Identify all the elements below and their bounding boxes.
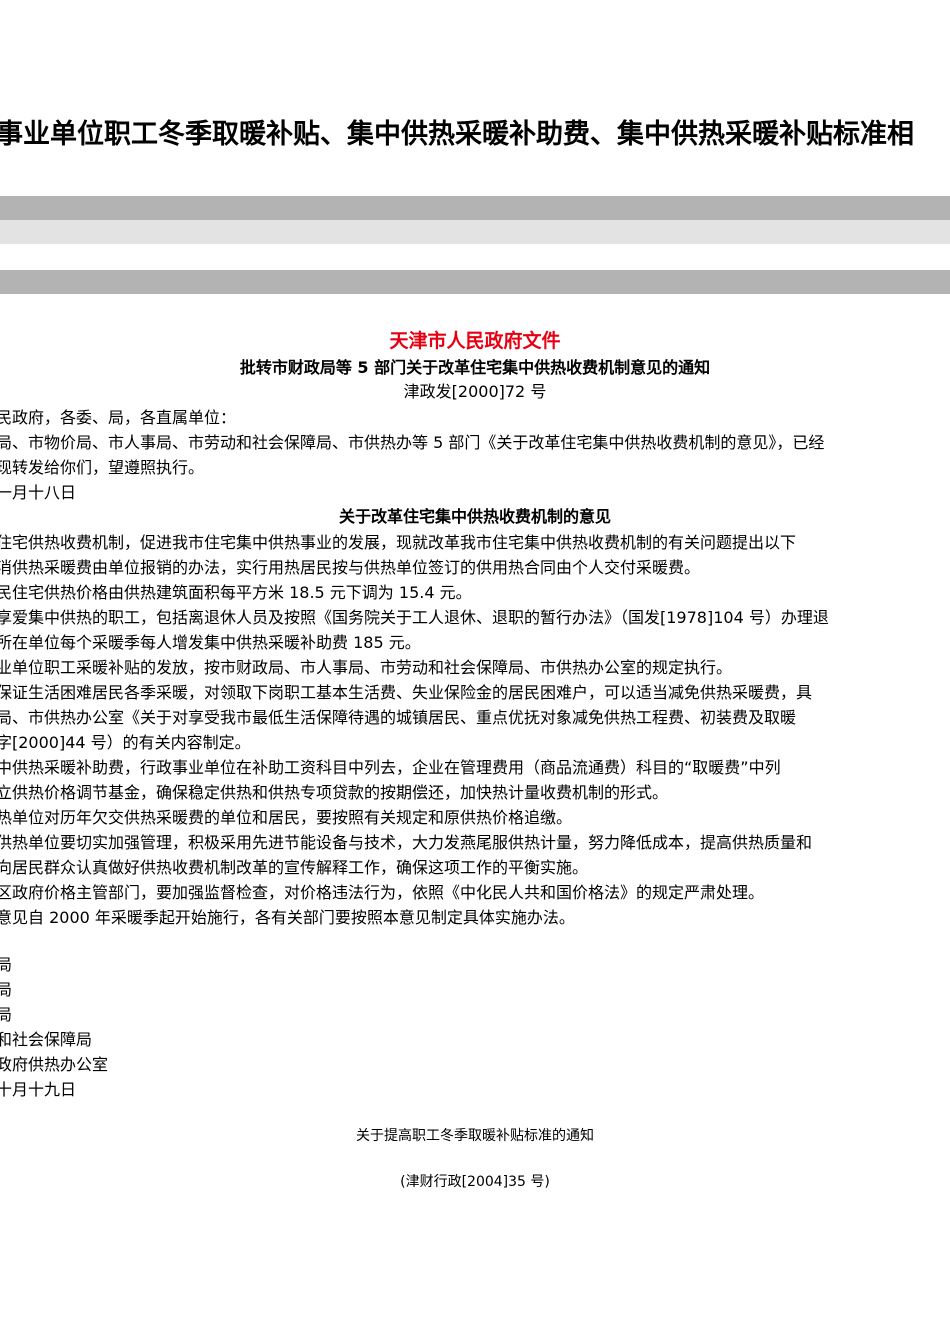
divider-band-2 xyxy=(0,220,950,244)
divider-band-3 xyxy=(0,270,950,294)
document-number: 津政发[2000]72 号 xyxy=(403,382,547,401)
notice-subtitle: 批转市财政局等 5 部门关于改革住宅集中供热收费机制意见的通知 xyxy=(239,358,711,377)
text-line: 局、市物价局、市人事局、市劳动和社会保障局、市供热办等 5 部门《关于改革住宅集… xyxy=(0,433,825,452)
signatory-line: 十月十九日 xyxy=(0,1080,77,1099)
text-line: 业单位职工采暖补贴的发放，按市财政局、市人事局、市劳动和社会保障局、市供热办公室… xyxy=(0,658,733,677)
text-line: 保证生活困难居民各季采暖，对领取下岗职工基本生活费、失业保险金的居民困难户，可以… xyxy=(0,683,813,702)
text-line: 意见自 2000 年采暖季起开始施行，各有关部门要按照本意见制定具体实施办法。 xyxy=(0,908,575,927)
page-title: 事业单位职工冬季取暖补贴、集中供热采暖补助费、集中供热采暖补贴标准相 xyxy=(0,119,914,150)
text-line: 享爱集中供热的职工，包括离退休人员及按照《国务院关于工人退休、退职的暂行办法》（… xyxy=(0,608,829,627)
signatory-line: 局 xyxy=(0,980,13,999)
text-line: 供热单位要切实加强管理，积极采用先进节能设备与技术，大力发燕尾服供热计量，努力降… xyxy=(0,833,813,852)
text-line: 一月十八日 xyxy=(0,483,77,502)
text-line: 民住宅供热价格由供热建筑面积每平方米 18.5 元下调为 15.4 元。 xyxy=(0,583,472,602)
text-line: 立供热价格调节基金，确保稳定供热和供热专项贷款的按期偿还，加快热计量收费机制的形… xyxy=(0,783,669,802)
notice-body: 民政府，各委、局，各直属单位： 局、市物价局、市人事局、市劳动和社会保障局、市供… xyxy=(0,405,950,505)
text-line: 向居民群众认真做好供热收费机制改革的宣传解释工作，确保这项工作的平衡实施。 xyxy=(0,858,589,877)
signatory-line: 局 xyxy=(0,1005,13,1024)
signatory-line: 政府供热办公室 xyxy=(0,1055,109,1074)
footer-notice-title: 关于提高职工冬季取暖补贴标准的通知 xyxy=(356,1128,594,1144)
section-title: 关于改革住宅集中供热收费机制的意见 xyxy=(338,507,611,526)
signatory-line: 局 xyxy=(0,955,13,974)
text-line: 民政府，各委、局，各直属单位： xyxy=(0,408,237,427)
text-line: 局、市供热办公室《关于对享受我市最低生活保障待遇的城镇居民、重点优抚对象减免供热… xyxy=(0,708,797,727)
text-line: 中供热采暖补助费，行政事业单位在补助工资科目中列去，企业在管理费用（商品流通费）… xyxy=(0,758,781,777)
text-line: 所在单位每个采暖季每人增发集中供热采暖补助费 185 元。 xyxy=(0,633,421,652)
text-line: 消供热采暖费由单位报销的办法，实行用热居民按与供热单位签订的供用热合同由个人交付… xyxy=(0,558,701,577)
text-line: 住宅供热收费机制，促进我市住宅集中供热事业的发展，现就改革我市住宅集中供热收费机… xyxy=(0,533,797,552)
text-line: 字[2000]44 号）的有关内容制定。 xyxy=(0,733,251,752)
divider-band-1 xyxy=(0,196,950,220)
section-body: 住宅供热收费机制，促进我市住宅集中供热事业的发展，现就改革我市住宅集中供热收费机… xyxy=(0,530,950,930)
footer-notice-number: (津财行政[2004]35 号) xyxy=(400,1174,550,1190)
text-line: 区政府价格主管部门，要加强监督检查，对价格违法行为，依照《中化民人共和国价格法》… xyxy=(0,883,765,902)
text-line: 热单位对历年欠交供热采暖费的单位和居民，要按照有关规定和原供热价格追缴。 xyxy=(0,808,573,827)
signatory-line: 和社会保障局 xyxy=(0,1030,93,1049)
signatories: 局 局 局 和社会保障局 政府供热办公室 十月十九日 xyxy=(0,952,108,1102)
text-line: 现转发给你们，望遵照执行。 xyxy=(0,458,205,477)
issuer-heading: 天津市人民政府文件 xyxy=(389,330,561,352)
